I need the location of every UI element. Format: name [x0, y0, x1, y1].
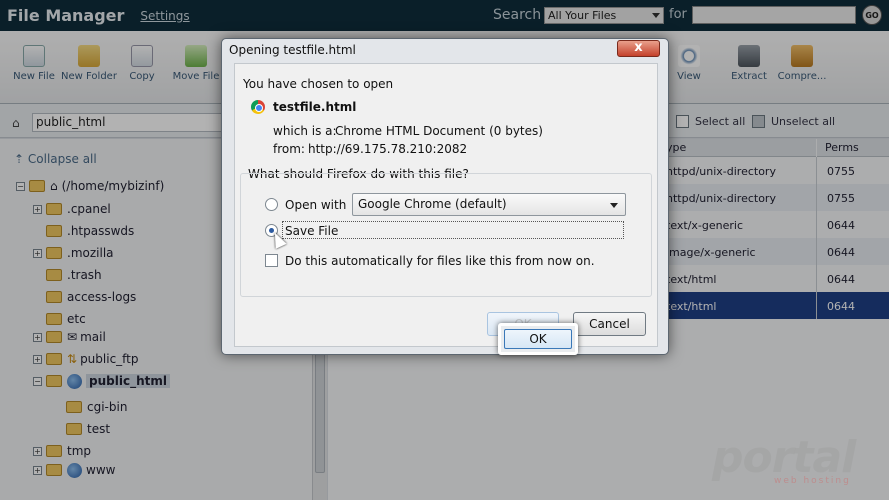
brand-watermark: portal web hosting: [712, 432, 862, 487]
cancel-button[interactable]: Cancel: [573, 312, 646, 336]
open-with-select[interactable]: Google Chrome (default): [352, 193, 626, 216]
watermark-tagline: web hosting: [774, 476, 851, 486]
ok-button[interactable]: OK: [498, 323, 578, 355]
auto-action-label[interactable]: Do this automatically for files like thi…: [285, 254, 595, 268]
chevron-down-icon: [610, 203, 618, 208]
open-file-dialog: Opening testfile.html x You have chosen …: [221, 38, 669, 355]
open-with-select-value: Google Chrome (default): [358, 197, 507, 211]
open-with-radio[interactable]: [265, 198, 278, 211]
auto-action-checkbox[interactable]: [265, 254, 278, 267]
close-icon: x: [634, 40, 643, 55]
close-button[interactable]: x: [617, 40, 660, 57]
file-name: testfile.html: [273, 100, 357, 114]
which-is-label: which is a:: [273, 124, 337, 138]
from-value: http://69.175.78.210:2082: [308, 142, 468, 156]
from-label: from:: [273, 142, 305, 156]
open-with-label[interactable]: Open with: [285, 198, 346, 212]
dialog-title: Opening testfile.html: [229, 43, 356, 57]
ok-button-label: OK: [504, 329, 572, 349]
chrome-icon: [251, 100, 265, 114]
save-file-label[interactable]: Save File: [285, 224, 338, 238]
which-is-value: Chrome HTML Document (0 bytes): [335, 124, 543, 138]
dialog-intro: You have chosen to open: [243, 77, 394, 91]
cancel-label: Cancel: [589, 317, 630, 331]
